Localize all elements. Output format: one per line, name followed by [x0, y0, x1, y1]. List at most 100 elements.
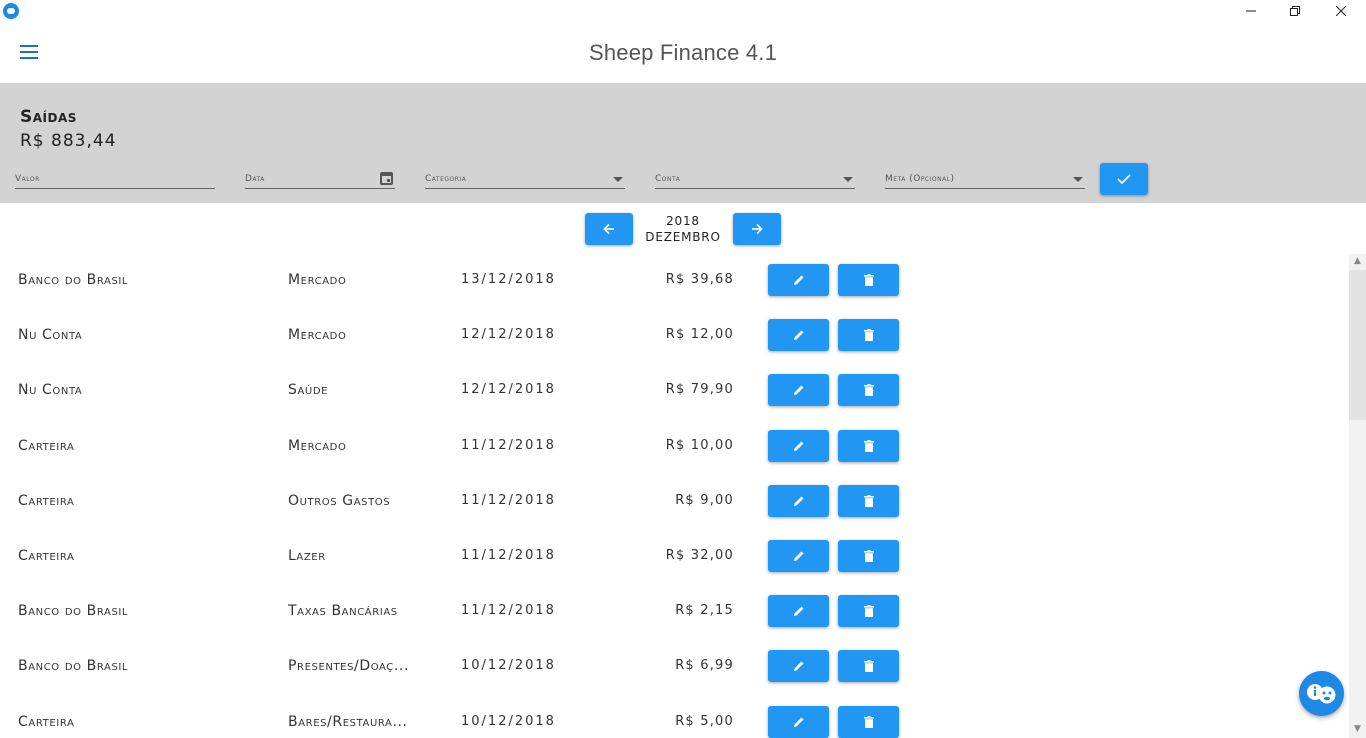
period-year: 2018 [666, 214, 700, 228]
meta-placeholder: Meta (Opcional) [885, 174, 955, 184]
close-button[interactable] [1318, 0, 1364, 22]
scroll-down-icon[interactable]: ▼ [1349, 722, 1366, 736]
edit-button[interactable] [768, 595, 829, 628]
row-category: Bares/Restaura... [288, 713, 408, 730]
row-value: R$ 39,68 [665, 272, 734, 287]
categoria-placeholder: Categoria [425, 174, 467, 184]
table-row: Carteira Mercado 11/12/2018 R$ 10,00 [0, 420, 1346, 475]
table-row: Nu Conta Mercado 12/12/2018 R$ 12,00 [0, 309, 1346, 364]
edit-button[interactable] [768, 264, 829, 296]
row-account: Banco do Brasil [18, 272, 129, 288]
transaction-list: Banco do Brasil Mercado 13/12/2018 R$ 39,68… [0, 254, 1346, 738]
table-row: Nu Conta Saúde 12/12/2018 R$ 79,90 [0, 364, 1346, 419]
row-value: R$ 12,00 [665, 327, 734, 343]
delete-button[interactable] [838, 595, 899, 628]
section-title: Saídas [20, 107, 77, 127]
period-display: 2018 DEZEMBRO [633, 213, 733, 245]
table-row: Carteira Outros Gastos 11/12/2018 R$ 9,00 [0, 475, 1346, 530]
row-account: Carteira [18, 437, 75, 454]
row-category: Presentes/Doaç... [288, 658, 410, 675]
row-category: Outros Gastos [288, 492, 391, 509]
row-category: Saúde [288, 382, 329, 399]
edit-button[interactable] [768, 705, 829, 738]
row-date: 13/12/2018 [461, 272, 556, 287]
row-value: R$ 5,00 [675, 713, 734, 729]
trash-icon [863, 494, 874, 507]
edit-button[interactable] [768, 429, 829, 462]
pencil-icon [793, 551, 803, 561]
row-date: 12/12/2018 [461, 382, 556, 398]
arrow-left-icon [603, 223, 614, 235]
trash-icon [863, 274, 874, 286]
next-month-button[interactable] [733, 213, 781, 245]
row-value: R$ 10,00 [665, 437, 734, 453]
info-fab-button[interactable] [1299, 671, 1344, 716]
row-category: Mercado [288, 437, 347, 454]
conta-select[interactable]: Conta [655, 169, 855, 189]
app-header: Sheep Finance 4.1 [0, 22, 1366, 83]
delete-button[interactable] [838, 484, 899, 517]
minimize-button[interactable] [1228, 0, 1274, 22]
delete-button[interactable] [838, 705, 899, 738]
trash-icon [863, 660, 874, 673]
total-amount: R$ 883,44 [20, 131, 117, 151]
row-value: R$ 6,99 [675, 658, 734, 674]
data-placeholder: Data [245, 174, 265, 184]
row-date: 12/12/2018 [461, 327, 556, 343]
previous-month-button[interactable] [585, 213, 633, 245]
edit-button[interactable] [768, 374, 829, 407]
valor-placeholder: Valor [15, 174, 40, 184]
pencil-icon [793, 385, 803, 396]
restore-icon [1290, 6, 1300, 16]
pencil-icon [793, 661, 803, 672]
calendar-icon[interactable] [380, 172, 393, 185]
categoria-select[interactable]: Categoria [425, 169, 625, 189]
row-account: Banco do Brasil [18, 603, 129, 620]
edit-button[interactable] [768, 484, 829, 517]
scroll-up-icon[interactable]: ▲ [1349, 254, 1366, 268]
pencil-icon [793, 717, 803, 727]
pencil-icon [793, 606, 803, 617]
pencil-icon [793, 275, 803, 285]
edit-button[interactable] [768, 319, 829, 352]
row-account: Nu Conta [18, 382, 83, 399]
period-month: DEZEMBRO [645, 230, 721, 244]
arrow-right-icon [752, 223, 763, 235]
row-date: 10/12/2018 [461, 713, 556, 729]
close-icon [1336, 6, 1346, 16]
pencil-icon [793, 496, 803, 506]
row-category: Taxas Bancárias [288, 603, 398, 620]
table-row: Banco do Brasil Presentes/Doaç... 10/12/20… [0, 640, 1346, 695]
meta-select[interactable]: Meta (Opcional) [885, 169, 1085, 189]
row-date: 10/12/2018 [461, 658, 556, 674]
edit-button[interactable] [768, 650, 829, 683]
delete-button[interactable] [838, 264, 899, 296]
delete-button[interactable] [838, 319, 899, 352]
row-account: Carteira [18, 492, 75, 509]
trash-icon [863, 605, 874, 618]
table-row: Carteira Lazer 11/12/2018 R$ 32,00 [0, 530, 1346, 585]
delete-button[interactable] [838, 374, 899, 407]
valor-input[interactable]: Valor [15, 169, 215, 189]
row-value: R$ 2,15 [675, 603, 734, 619]
row-date: 11/12/2018 [461, 603, 556, 619]
delete-button[interactable] [838, 650, 899, 683]
chevron-down-icon [1073, 177, 1083, 182]
app-title: Sheep Finance 4.1 [588, 40, 778, 65]
edit-button[interactable] [768, 540, 829, 572]
row-account: Banco do Brasil [18, 658, 129, 675]
restore-button[interactable] [1272, 0, 1318, 22]
delete-button[interactable] [838, 540, 899, 572]
delete-button[interactable] [838, 429, 899, 462]
confirm-button[interactable] [1100, 163, 1148, 195]
pencil-icon [793, 441, 803, 451]
data-input[interactable]: Data [245, 169, 395, 189]
table-row: Carteira Bares/Restaura... 10/12/2018 R$ 5,… [0, 696, 1346, 738]
chevron-down-icon [843, 177, 853, 182]
check-icon [1117, 174, 1131, 185]
scrollbar-thumb[interactable] [1349, 270, 1366, 420]
row-value: R$ 79,90 [665, 382, 734, 398]
pencil-icon [793, 330, 803, 341]
table-row: Banco do Brasil Taxas Bancárias 11/12/2018… [0, 585, 1346, 640]
info-sheep-icon [1307, 684, 1336, 704]
